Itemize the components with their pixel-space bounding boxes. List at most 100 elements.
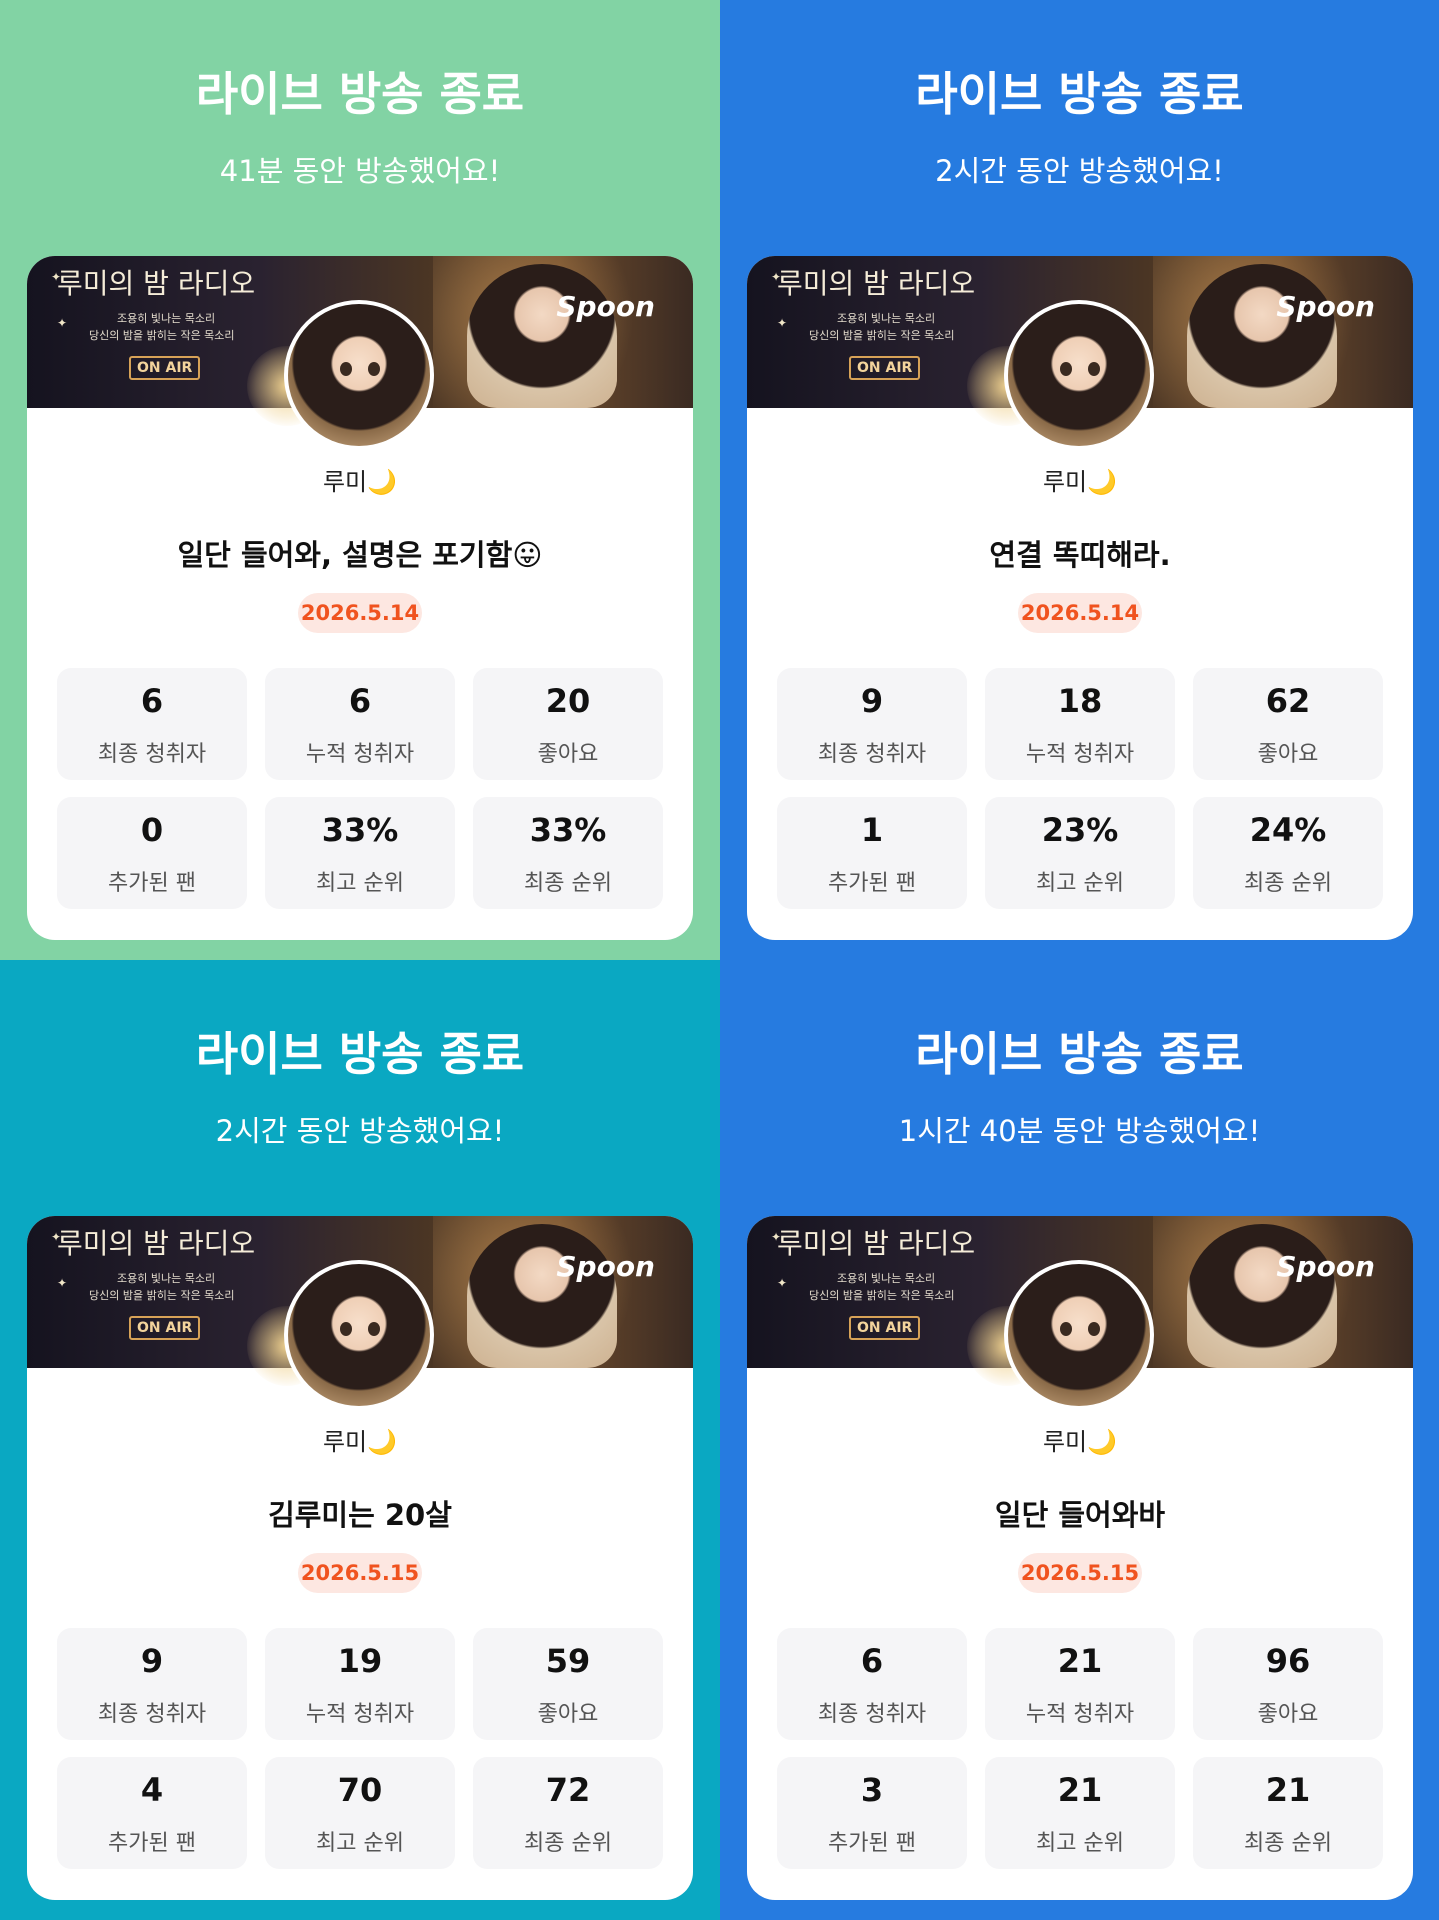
stat-value: 70 [337, 1771, 383, 1809]
on-air-sign: ON AIR [129, 356, 201, 380]
stat-total-listeners: 19 누적 청취자 [265, 1628, 455, 1740]
stat-label: 최고 순위 [316, 871, 404, 896]
stat-label: 누적 청취자 [305, 1702, 415, 1727]
stat-label: 좋아요 [537, 742, 599, 767]
avatar-eye [340, 362, 352, 376]
date-badge: 2026.5.15 [298, 1553, 422, 1593]
live-title: 일단 들어와, 설명은 포기함😛 [177, 538, 543, 572]
stat-label: 추가된 팬 [828, 1831, 916, 1856]
live-title: 일단 들어와바 [994, 1498, 1166, 1532]
star-icon: ✦ [57, 1276, 68, 1290]
stat-total-listeners: 21 누적 청취자 [985, 1628, 1175, 1740]
summary-card: ✦ ✦ 루미의 밤 라디오 조용히 빛나는 목소리 당신의 밤을 밝히는 작은 … [27, 256, 693, 940]
spoon-logo: Spoon [1276, 290, 1375, 323]
avatar[interactable] [284, 1260, 434, 1410]
host-nickname: 루미🌙 [322, 1428, 398, 1456]
live-title: 김루미는 20살 [268, 1498, 452, 1532]
stat-label: 좋아요 [1257, 742, 1319, 767]
broadcast-summary-panel: 라이브 방송 종료 41분 동안 방송했어요! ✦ ✦ 루미의 밤 라디오 조용… [0, 0, 720, 960]
stat-value: 6 [140, 682, 164, 720]
avatar-eye [1088, 362, 1100, 376]
stat-value: 3 [860, 1771, 884, 1809]
spoon-logo: Spoon [556, 1250, 655, 1283]
star-icon: ✦ [777, 1276, 788, 1290]
avatar[interactable] [1004, 300, 1154, 450]
banner-subtitle: 당신의 밤을 밝히는 작은 목소리 [89, 329, 235, 342]
banner-headline: 루미의 밤 라디오 [777, 267, 976, 300]
avatar[interactable] [1004, 1260, 1154, 1410]
banner-illustration [1187, 264, 1337, 408]
stat-final-listeners: 6 최종 청취자 [57, 668, 247, 780]
stat-label: 좋아요 [1257, 1702, 1319, 1727]
banner-subtitle: 당신의 밤을 밝히는 작은 목소리 [89, 1289, 235, 1302]
date-badge: 2026.5.14 [1018, 593, 1142, 633]
broadcast-summary-panel: 라이브 방송 종료 2시간 동안 방송했어요! ✦ ✦ 루미의 밤 라디오 조용… [0, 960, 720, 1920]
stat-label: 추가된 팬 [828, 871, 916, 896]
stat-likes: 96 좋아요 [1193, 1628, 1383, 1740]
stat-label: 최고 순위 [316, 1831, 404, 1856]
banner-illustration [467, 264, 617, 408]
stat-new-fans: 1 추가된 팬 [777, 797, 967, 909]
stat-label: 최종 청취자 [97, 742, 207, 767]
stat-final-listeners: 9 최종 청취자 [777, 668, 967, 780]
page-title: 라이브 방송 종료 [195, 1027, 525, 1081]
stat-new-fans: 3 추가된 팬 [777, 1757, 967, 1869]
stat-label: 최고 순위 [1036, 871, 1124, 896]
spoon-logo: Spoon [556, 290, 655, 323]
host-nickname: 루미🌙 [322, 468, 398, 496]
avatar-eye [1060, 362, 1072, 376]
avatar[interactable] [284, 300, 434, 450]
stat-value: 23% [1041, 811, 1119, 849]
stat-label: 누적 청취자 [305, 742, 415, 767]
stat-total-listeners: 6 누적 청취자 [265, 668, 455, 780]
stat-value: 72 [545, 1771, 591, 1809]
stat-value: 9 [860, 682, 884, 720]
avatar-image [288, 304, 430, 446]
summary-card: ✦ ✦ 루미의 밤 라디오 조용히 빛나는 목소리 당신의 밤을 밝히는 작은 … [27, 1216, 693, 1900]
stat-value: 96 [1265, 1642, 1311, 1680]
banner-headline: 루미의 밤 라디오 [57, 267, 256, 300]
banner-illustration [1187, 1224, 1337, 1368]
banner-subtitle: 조용히 빛나는 목소리 [837, 1272, 936, 1285]
stat-total-listeners: 18 누적 청취자 [985, 668, 1175, 780]
stat-label: 누적 청취자 [1025, 1702, 1135, 1727]
stat-value: 6 [860, 1642, 884, 1680]
stat-label: 최종 청취자 [817, 742, 927, 767]
on-air-sign: ON AIR [849, 356, 921, 380]
banner-subtitle: 당신의 밤을 밝히는 작은 목소리 [809, 329, 955, 342]
broadcast-duration: 2시간 동안 방송했어요! [215, 1114, 505, 1148]
on-air-sign: ON AIR [129, 1316, 201, 1340]
star-icon: ✦ [777, 316, 788, 330]
stat-new-fans: 4 추가된 팬 [57, 1757, 247, 1869]
spoon-logo: Spoon [1276, 1250, 1375, 1283]
banner-headline: 루미의 밤 라디오 [57, 1227, 256, 1260]
stat-label: 추가된 팬 [108, 871, 196, 896]
banner-subtitle: 조용히 빛나는 목소리 [837, 312, 936, 325]
stat-label: 최종 청취자 [817, 1702, 927, 1727]
date-badge: 2026.5.15 [1018, 1553, 1142, 1593]
stat-label: 최종 순위 [524, 1831, 612, 1856]
page-title: 라이브 방송 종료 [915, 67, 1244, 121]
stat-best-rank: 23% 최고 순위 [985, 797, 1175, 909]
stat-value: 0 [140, 811, 164, 849]
stat-value: 62 [1265, 682, 1311, 720]
stat-value: 21 [1057, 1771, 1103, 1809]
stat-value: 20 [545, 682, 591, 720]
stat-best-rank: 33% 최고 순위 [265, 797, 455, 909]
avatar-eye [1088, 1322, 1100, 1336]
stat-value: 24% [1249, 811, 1327, 849]
stat-likes: 20 좋아요 [473, 668, 663, 780]
stat-label: 최종 순위 [524, 871, 612, 896]
stat-label: 누적 청취자 [1025, 742, 1135, 767]
stat-value: 9 [140, 1642, 164, 1680]
broadcast-duration: 41분 동안 방송했어요! [219, 154, 501, 188]
summary-card: ✦ ✦ 루미의 밤 라디오 조용히 빛나는 목소리 당신의 밤을 밝히는 작은 … [747, 1216, 1413, 1900]
stat-label: 최종 순위 [1244, 1831, 1332, 1856]
stat-value: 19 [337, 1642, 383, 1680]
page-title: 라이브 방송 종료 [195, 67, 525, 121]
stat-value: 4 [140, 1771, 164, 1809]
stat-likes: 59 좋아요 [473, 1628, 663, 1740]
stat-value: 6 [348, 682, 372, 720]
broadcast-duration: 2시간 동안 방송했어요! [935, 154, 1224, 188]
stat-value: 59 [545, 1642, 591, 1680]
